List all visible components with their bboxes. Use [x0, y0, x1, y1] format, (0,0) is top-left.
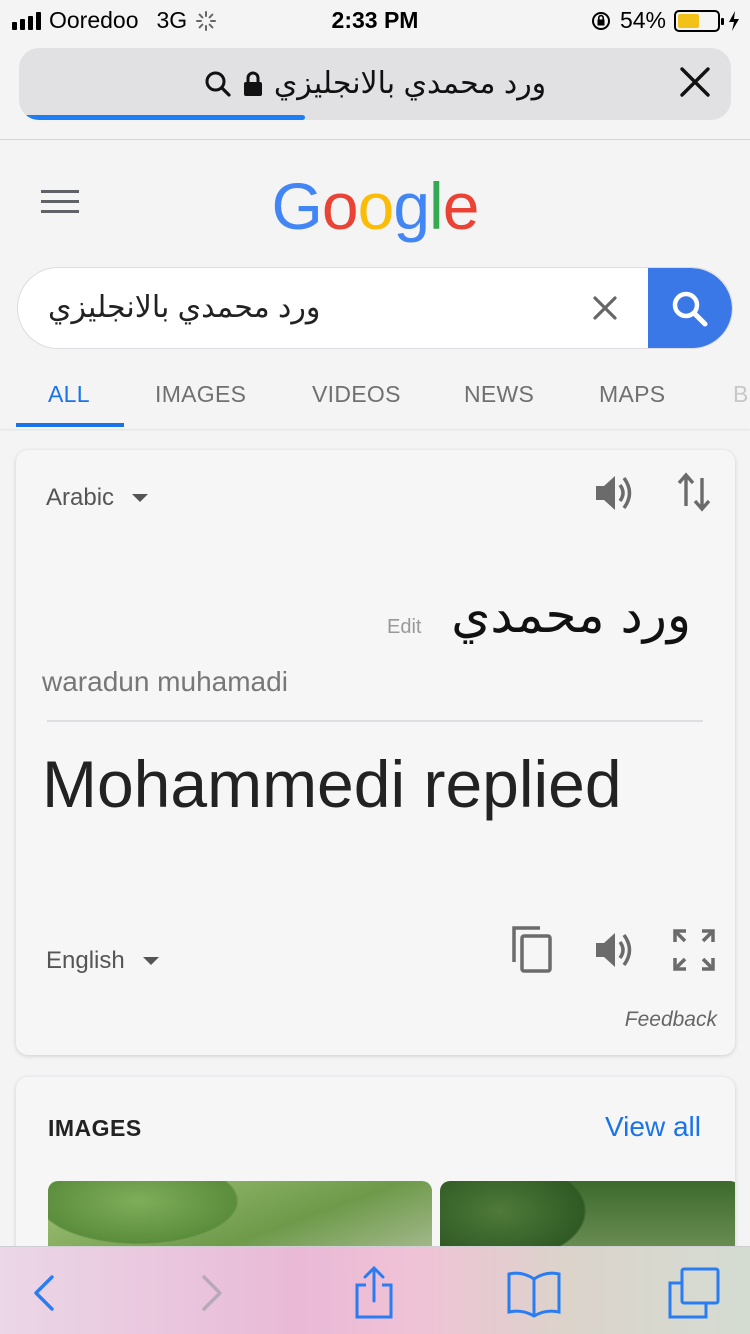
tab-all[interactable]: ALL [48, 381, 90, 408]
swap-languages-icon[interactable] [676, 470, 712, 514]
charging-bolt-icon [729, 10, 739, 31]
orientation-lock-icon [591, 11, 610, 30]
logo-letter: l [429, 169, 444, 243]
translate-card: Arabic Edit ورد محمدي waradun muhamadi M… [16, 450, 735, 1055]
speaker-icon[interactable] [593, 472, 637, 514]
view-all-link[interactable]: View all [605, 1111, 701, 1143]
divider [47, 720, 703, 722]
fullscreen-icon[interactable] [672, 928, 716, 972]
browser-toolbar [0, 1246, 750, 1334]
battery-level-fill [678, 13, 699, 28]
search-icon [205, 71, 231, 97]
address-content[interactable]: ورد محمدي بالانجليزي [19, 66, 731, 101]
search-box[interactable]: ورد محمدي بالانجليزي [17, 267, 733, 349]
source-language-label: Arabic [46, 484, 115, 511]
clear-search-icon[interactable] [590, 293, 620, 323]
battery-percent: 54% [619, 7, 666, 33]
logo-letter: o [321, 169, 359, 243]
address-bar[interactable]: ورد محمدي بالانجليزي [19, 48, 731, 120]
browser-address-area: ورد محمدي بالانجليزي [0, 40, 750, 140]
tab-videos[interactable]: VIDEOS [312, 381, 401, 408]
speaker-icon[interactable] [593, 929, 637, 971]
tab-maps[interactable]: MAPS [599, 381, 665, 408]
copy-icon[interactable] [510, 924, 556, 974]
lock-icon [243, 71, 262, 96]
battery-icon [674, 9, 724, 32]
page-load-progress [25, 115, 305, 120]
transliteration: waradun muhamadi [42, 666, 288, 697]
share-icon[interactable] [346, 1265, 402, 1321]
tab-news[interactable]: NEWS [464, 381, 534, 408]
status-bar: Ooredoo 3G 2:33 PM 54% [0, 0, 750, 40]
search-icon [672, 291, 708, 327]
target-language-selector[interactable]: English [46, 947, 159, 975]
translation-result: Mohammedi replied [42, 747, 622, 821]
search-tabs: ALL IMAGES VIDEOS NEWS MAPS B [0, 371, 750, 429]
forward-arrow-icon[interactable] [184, 1265, 240, 1321]
logo-letter: o [357, 169, 395, 243]
images-section-title: IMAGES [48, 1115, 142, 1141]
feedback-link[interactable]: Feedback [625, 1008, 717, 1032]
status-right: 54% [590, 7, 740, 34]
logo-letter: e [442, 169, 480, 243]
source-text[interactable]: ورد محمدي [451, 586, 691, 644]
tab-more[interactable]: B [733, 381, 749, 408]
target-language-label: English [46, 947, 125, 974]
tabs-icon[interactable] [666, 1265, 722, 1321]
search-input[interactable]: ورد محمدي بالانجليزي [48, 290, 320, 325]
close-icon[interactable] [677, 64, 713, 100]
search-button[interactable] [648, 268, 732, 348]
logo-letter: g [393, 169, 430, 243]
address-query: ورد محمدي بالانجليزي [273, 67, 547, 100]
google-header: Google ورد محمدي بالانجليزي ALL IMAGES V… [0, 141, 750, 429]
tab-images[interactable]: IMAGES [155, 381, 246, 408]
chevron-down-icon [132, 494, 149, 502]
edit-source-button[interactable]: Edit [387, 616, 421, 639]
bookmarks-icon[interactable] [506, 1265, 562, 1321]
chevron-down-icon [142, 957, 159, 965]
source-language-selector[interactable]: Arabic [46, 484, 149, 512]
active-tab-indicator [16, 423, 124, 427]
back-arrow-icon[interactable] [16, 1265, 72, 1321]
google-logo[interactable]: Google [0, 168, 750, 244]
logo-letter: G [271, 169, 323, 243]
